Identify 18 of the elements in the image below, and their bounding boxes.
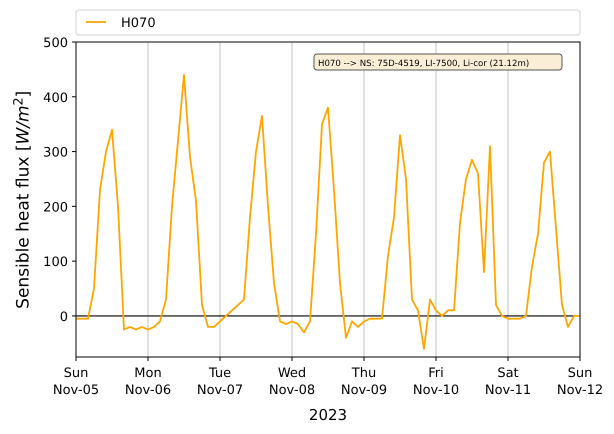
tick-label: 500 [43, 36, 68, 51]
tick-label: Mon Nov-06 [124, 366, 172, 398]
tick-label: Sun Nov-05 [52, 366, 100, 398]
tick-label: 100 [43, 255, 68, 270]
tick-label: Fri Nov-10 [412, 366, 460, 398]
tick-label: 200 [43, 200, 68, 216]
tick-label: 0 [60, 310, 68, 325]
tick-label: 300 [43, 146, 68, 161]
annotation-box: H070 --> NS: 75D-4519, LI-7500, Li-cor (21.12m) [314, 54, 562, 70]
tick-label: 400 [43, 90, 68, 106]
axis-title: 2023 [308, 406, 348, 424]
tick-label: Wed Nov-08 [268, 366, 316, 398]
legend-label: H070 [121, 16, 156, 31]
tick-label: Sat Nov-11 [484, 366, 532, 398]
annotation: H070 --> NS: 75D-4519, LI-7500, Li-cor (21.12m) [318, 59, 530, 69]
tick-label: Tue Nov-07 [196, 366, 244, 398]
tick-label: Sun Nov-12 [556, 366, 604, 398]
tick-label: Thu Nov-09 [340, 366, 388, 398]
